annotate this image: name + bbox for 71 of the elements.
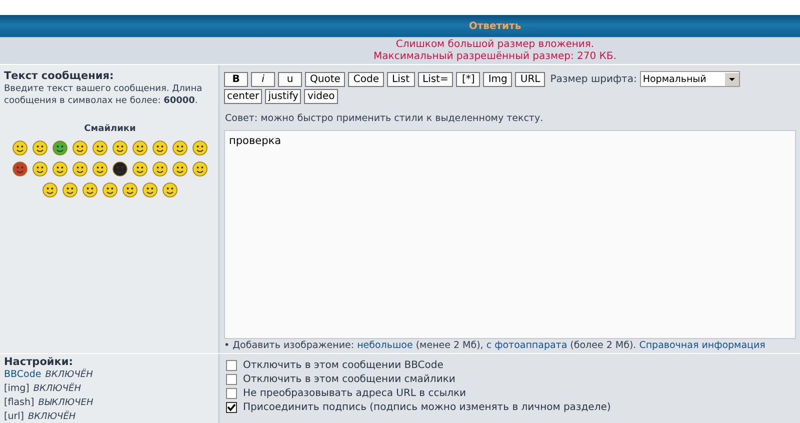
smiley-icon[interactable] [62, 182, 78, 198]
smiley-icon[interactable] [142, 182, 158, 198]
error-message: Слишком большой размер вложения. [394, 39, 596, 51]
header-title: Ответить [468, 20, 522, 32]
smiley-icon[interactable] [132, 161, 148, 177]
format-button[interactable]: List [387, 72, 414, 86]
format-button[interactable]: [*] [456, 72, 480, 86]
setting-state: ВКЛЮЧЁН [33, 384, 82, 394]
field-hint: Введите текст вашего сообщения. Длина сообщения в символах не более: 60000. [4, 83, 204, 107]
checkbox[interactable] [226, 388, 237, 398]
field-label: Настройки: [4, 356, 74, 368]
tip-text: Совет: можно быстро применить стили к выделенному тексту. [225, 113, 544, 124]
smiley-icon[interactable] [82, 182, 98, 198]
format-button[interactable]: justify [265, 89, 302, 104]
format-button[interactable]: i [251, 72, 275, 86]
error-message: Максимальный разрешённый размер: 270 КБ. [374, 51, 616, 63]
format-button[interactable]: Quote [305, 72, 346, 86]
add-image-line: • Добавить изображение: небольшое (менее 2 Мб), с фотоаппарата (более 2 Мб). Справочная информация [224, 340, 766, 351]
option-label: Отключить в этом сообщении смайлики [243, 374, 456, 384]
setting-name: [img] [4, 383, 30, 394]
checkbox[interactable] [226, 374, 237, 384]
link[interactable]: BBCode [4, 369, 42, 380]
font-size-select[interactable]: Нормальный [640, 71, 740, 87]
format-button[interactable]: video [304, 89, 338, 104]
font-size-label: Размер шрифта: [550, 74, 637, 84]
smiley-icon[interactable] [72, 161, 88, 177]
smiley-icon[interactable] [72, 140, 88, 156]
smiley-icon[interactable] [52, 161, 68, 177]
option-label: Присоединить подпись (подпись можно изменять в личном разделе) [243, 402, 611, 412]
setting-name: [url] [4, 411, 24, 422]
format-button[interactable]: B [224, 72, 248, 86]
smiley-icon[interactable] [152, 140, 168, 156]
checkbox[interactable] [226, 402, 237, 412]
smiley-icon[interactable] [112, 161, 128, 177]
smiley-icon[interactable] [152, 161, 168, 177]
format-button[interactable]: Img [483, 72, 512, 86]
smiley-icon[interactable] [92, 140, 108, 156]
smiley-icon[interactable] [192, 140, 208, 156]
message-textarea[interactable]: проверка [224, 130, 796, 339]
setting-state: ВКЛЮЧЁН [28, 412, 76, 422]
smiley-icon[interactable] [192, 161, 208, 177]
link[interactable]: Справочная информация [639, 340, 766, 351]
field-label: Текст сообщения: [4, 70, 115, 82]
smiley-icon[interactable] [162, 182, 178, 198]
smiley-icon[interactable] [172, 161, 188, 177]
smiley-icon[interactable] [112, 140, 128, 156]
smiley-icon[interactable] [92, 161, 108, 177]
smiley-icon[interactable] [12, 161, 28, 177]
setting-state: ВКЛЮЧЁН [45, 370, 93, 380]
smiley-icon[interactable] [172, 140, 188, 156]
setting-name: [flash] [4, 397, 34, 408]
format-button[interactable]: center [224, 89, 262, 104]
smiley-icon[interactable] [32, 140, 48, 156]
smiley-icon[interactable] [32, 161, 48, 177]
setting-state: ВЫКЛЮЧЕН [38, 398, 94, 408]
format-button[interactable]: List= [418, 72, 454, 86]
smiley-icon[interactable] [102, 182, 118, 198]
format-button[interactable]: Code [348, 72, 384, 86]
option-label: Не преобразовывать адреса URL в ссылки [243, 388, 466, 398]
smiley-icon[interactable] [52, 140, 68, 156]
format-button[interactable]: u [278, 72, 302, 86]
checkbox[interactable] [226, 360, 237, 370]
link[interactable]: с фотоаппарата [486, 340, 568, 351]
smiley-icon[interactable] [42, 182, 58, 198]
smilies-title: Смайлики [83, 124, 137, 134]
smiley-icon[interactable] [12, 140, 28, 156]
smiley-icon[interactable] [132, 140, 148, 156]
format-button[interactable]: URL [515, 72, 546, 86]
link[interactable]: небольшое [357, 340, 413, 351]
smiley-icon[interactable] [122, 182, 138, 198]
option-label: Отключить в этом сообщении BBCode [243, 360, 444, 370]
